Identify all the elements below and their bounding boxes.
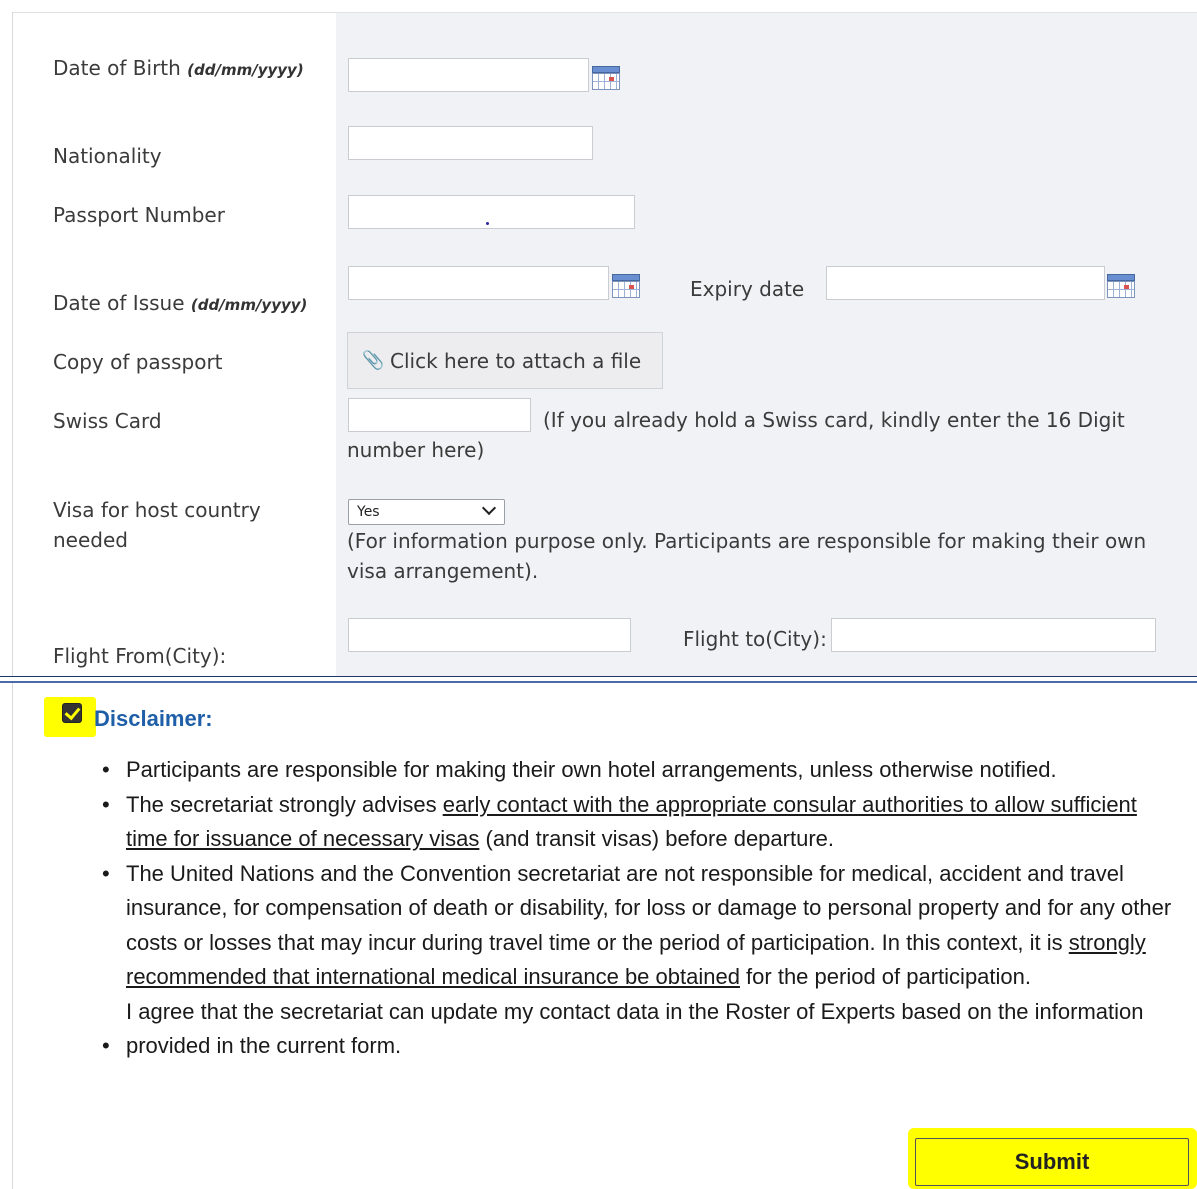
attach-file-button[interactable]: 📎 Click here to attach a file [347, 332, 663, 389]
flight-to-label: Flight to(City): [683, 627, 827, 651]
swiss-card-label: Swiss Card [53, 409, 162, 433]
disclaimer-item-text: (and transit visas) before departure. [479, 826, 834, 851]
flight-to-input[interactable] [831, 618, 1156, 652]
expiry-date-input[interactable] [826, 266, 1105, 300]
disclaimer-item-text: Participants are responsible for making … [126, 757, 1057, 782]
issue-date-input[interactable] [348, 266, 609, 300]
submit-button[interactable]: Submit [915, 1138, 1189, 1186]
expiry-date-label: Expiry date [690, 277, 805, 301]
chevron-down-icon [481, 500, 497, 516]
form-left-border [12, 12, 13, 676]
flight-from-input[interactable] [348, 618, 631, 652]
issue-date-label: Date of Issue (dd/mm/yyyy) [53, 291, 307, 315]
nationality-label: Nationality [53, 144, 162, 168]
list-item: • The United Nations and the Convention … [98, 857, 1183, 1030]
dob-label: Date of Birth (dd/mm/yyyy) [53, 56, 304, 80]
disclaimer-item-text: The United Nations and the Convention se… [126, 860, 1172, 955]
list-item: • Participants are responsible for makin… [102, 757, 1057, 782]
flight-from-label: Flight From(City): [53, 644, 227, 668]
disclaimer-left-border [12, 683, 13, 1189]
section-divider [0, 676, 1197, 677]
disclaimer-item-text: provided in the current form. [126, 1033, 402, 1058]
nationality-input[interactable] [348, 126, 593, 160]
issue-date-format-hint: (dd/mm/yyyy) [190, 296, 308, 314]
dob-label-text: Date of Birth [53, 56, 181, 80]
dob-format-hint: (dd/mm/yyyy) [187, 61, 304, 79]
text-cursor-dot [486, 222, 489, 225]
section-divider-accent [0, 681, 1197, 683]
dob-input[interactable] [348, 58, 589, 92]
roster-consent-text: I agree that the secretariat can update … [126, 998, 1144, 1024]
passport-number-input[interactable] [348, 195, 635, 229]
disclaimer-list: • Participants are responsible for makin… [98, 753, 1183, 1064]
disclaimer-item-text: The secretariat strongly advises [126, 791, 443, 817]
calendar-icon[interactable] [1107, 274, 1135, 298]
visa-selected-value: Yes [357, 504, 380, 520]
passport-number-label: Passport Number [53, 203, 225, 227]
passport-copy-label: Copy of passport [53, 350, 223, 374]
traveler-form: Date of Birth (dd/mm/yyyy) Nationality P… [0, 0, 1197, 676]
calendar-icon[interactable] [612, 274, 640, 298]
list-item: • The secretariat strongly advises early… [102, 791, 1137, 852]
list-item: • provided in the current form. [102, 1033, 402, 1058]
checkbox-checked-icon [64, 703, 81, 721]
visa-note: (For information purpose only. Participa… [347, 529, 1147, 583]
swiss-card-note: (If you already hold a Swiss card, kindl… [347, 408, 1125, 462]
issue-date-label-text: Date of Issue [53, 291, 185, 315]
visa-needed-label: Visa for host country needed [53, 498, 261, 552]
disclaimer-checkbox[interactable] [62, 703, 82, 723]
disclaimer-item-text: for the period of participation. [739, 964, 1031, 989]
attach-file-text: Click here to attach a file [390, 349, 642, 373]
calendar-icon[interactable] [592, 66, 620, 90]
paperclip-icon: 📎 [362, 350, 385, 371]
disclaimer-title: Disclaimer: [94, 706, 213, 731]
visa-needed-select[interactable]: Yes [348, 499, 505, 525]
